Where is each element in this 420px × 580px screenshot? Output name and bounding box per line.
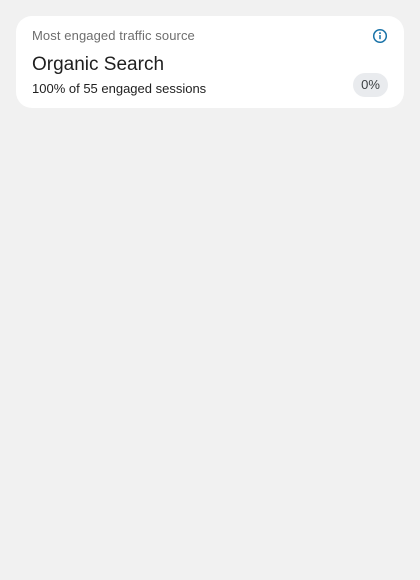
- info-button[interactable]: [372, 28, 388, 44]
- change-percentage-chip: 0%: [353, 73, 388, 97]
- traffic-source-name: Organic Search: [32, 54, 165, 75]
- card-title: Most engaged traffic source: [32, 28, 195, 43]
- engaged-sessions-detail: 100% of 55 engaged sessions: [32, 81, 207, 96]
- info-icon: [372, 28, 388, 44]
- engaged-traffic-source-card: Most engaged traffic source Organic Sear…: [16, 16, 404, 108]
